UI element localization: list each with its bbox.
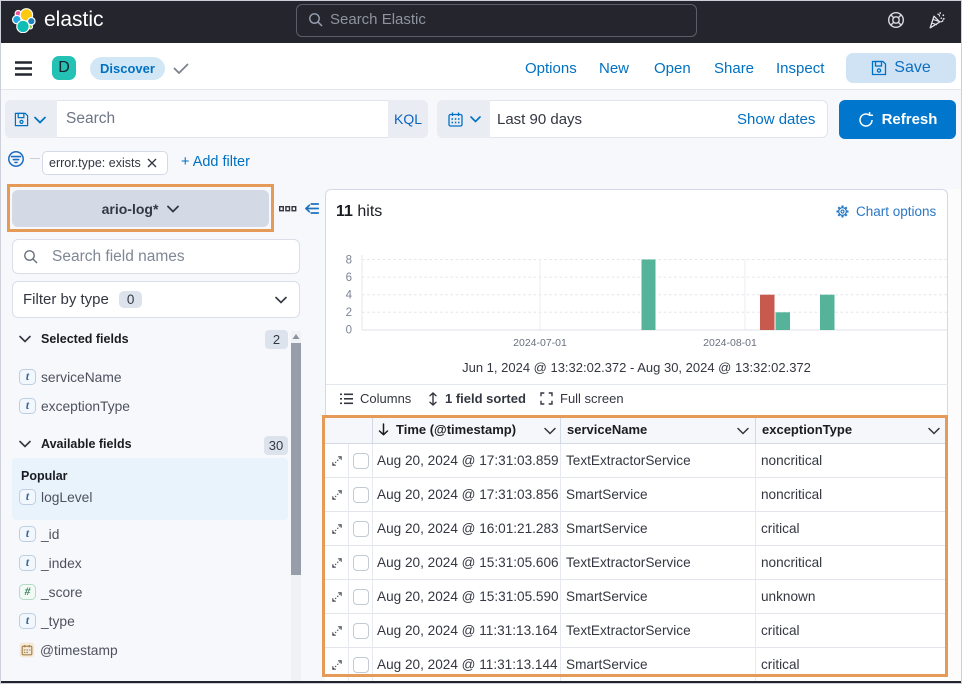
svg-text:8: 8: [346, 255, 352, 267]
svg-text:0: 0: [346, 325, 352, 337]
svg-text:6: 6: [346, 272, 352, 284]
svg-text:2024-07-01: 2024-07-01: [513, 337, 567, 349]
svg-text:4: 4: [346, 290, 353, 302]
svg-text:2024-08-01: 2024-08-01: [703, 337, 757, 349]
svg-text:2: 2: [346, 307, 352, 319]
